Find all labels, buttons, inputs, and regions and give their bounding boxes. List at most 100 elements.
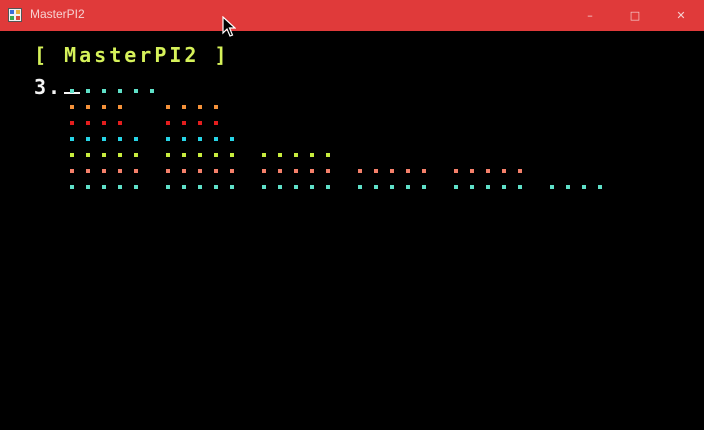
digit-dot [182,169,186,173]
digit-dot [550,185,554,189]
digit-dot [230,137,234,141]
digit-dot [118,137,122,141]
digit-dot [310,169,314,173]
digit-dot [86,169,90,173]
digit-dot [118,105,122,109]
digit-dot [118,89,122,93]
window-title: MasterPI2 [30,7,85,21]
digit-dot [118,121,122,125]
digit-dot [422,185,426,189]
digit-dot [598,185,602,189]
digit-dot [86,137,90,141]
digit-dot [198,169,202,173]
close-button[interactable]: ✕ [658,0,704,31]
mouse-pointer-icon [222,16,236,37]
digit-dot [70,153,74,157]
digit-dot [518,185,522,189]
digit-dot [70,89,74,93]
digit-dot [166,169,170,173]
digit-dot [182,137,186,141]
digit-dot [198,121,202,125]
digit-dot [182,121,186,125]
digit-dot [406,169,410,173]
digit-dot [134,169,138,173]
minimize-button[interactable]: – [567,0,613,31]
digit-dot [102,153,106,157]
digit-dot [70,185,74,189]
digit-dot [86,185,90,189]
digit-dot [70,105,74,109]
digit-dot [358,169,362,173]
digit-dot [262,185,266,189]
digit-dot [262,169,266,173]
digit-dot [102,121,106,125]
console-area[interactable]: [ MasterPI2 ] 3. [0,31,704,430]
digit-dot [390,169,394,173]
digit-dot [406,185,410,189]
digit-dot [198,105,202,109]
digit-dot [214,105,218,109]
digit-dot [230,153,234,157]
digit-dot [230,169,234,173]
digit-dot [214,153,218,157]
digit-dot [566,185,570,189]
digit-dot [102,105,106,109]
digit-dot [198,185,202,189]
digit-dot [214,169,218,173]
digit-dot [86,105,90,109]
digit-dot [134,89,138,93]
digit-dot [310,185,314,189]
digit-dot [278,153,282,157]
digit-dot [262,153,266,157]
digit-dot [518,169,522,173]
digit-dot [294,169,298,173]
digit-dot [358,185,362,189]
digit-dot [118,153,122,157]
digit-dot [486,185,490,189]
digit-dot [230,185,234,189]
digit-dot [294,185,298,189]
digit-dot [198,153,202,157]
digit-dot [182,153,186,157]
digit-dot [214,185,218,189]
maximize-button[interactable]: □ [612,0,658,31]
console-heading: [ MasterPI2 ] [34,43,230,67]
digit-dot [102,185,106,189]
digit-dot [166,153,170,157]
digit-dot [502,169,506,173]
digit-dot [70,137,74,141]
digit-dot [454,169,458,173]
digit-dot [374,185,378,189]
digit-dot [310,153,314,157]
digit-dot [118,185,122,189]
digit-dot [118,169,122,173]
digit-dot [214,137,218,141]
digit-dot [70,121,74,125]
digit-dot [166,137,170,141]
digit-dot [582,185,586,189]
digit-dot [150,89,154,93]
digit-dot [374,169,378,173]
digit-dot [486,169,490,173]
digit-dot [390,185,394,189]
digit-dot [470,169,474,173]
digit-dot [326,169,330,173]
digit-dot [422,169,426,173]
digit-dot [102,137,106,141]
digit-dot [70,169,74,173]
digit-dot [102,89,106,93]
title-bar[interactable]: MasterPI2 – □ ✕ [0,0,704,31]
digit-dot [278,169,282,173]
digit-dot [278,185,282,189]
digit-dot [326,153,330,157]
digit-dot [134,185,138,189]
digit-dot [198,137,202,141]
console-prompt: 3. [34,75,63,99]
digit-dot [134,153,138,157]
digit-dot [182,105,186,109]
digit-dot [182,185,186,189]
digit-dot [102,169,106,173]
digit-dot [454,185,458,189]
digit-dot [470,185,474,189]
digit-dot [86,121,90,125]
